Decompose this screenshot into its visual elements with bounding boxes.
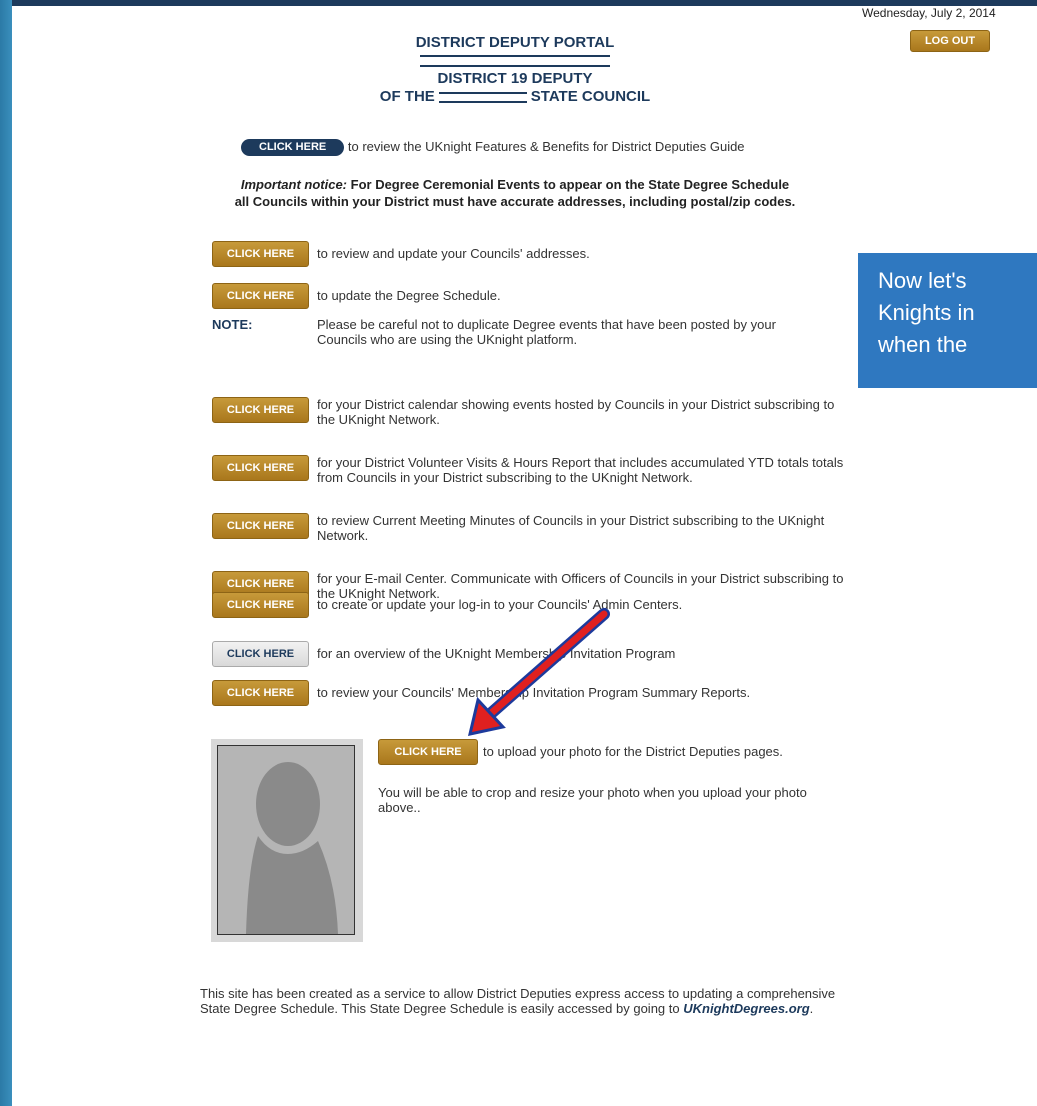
person-silhouette-icon (246, 762, 338, 934)
note-text: Please be careful not to duplicate Degre… (317, 317, 776, 347)
logout-button[interactable]: LOG OUT (910, 30, 990, 52)
row-text: to create or update your log-in to your … (317, 597, 683, 612)
council-label: OF THE STATE COUNCIL (379, 88, 651, 105)
district-label: DISTRICT 19 DEPUTY (437, 70, 593, 87)
tutorial-callout: Now let's Knights in when the (858, 253, 1037, 388)
row-text: for your District Volunteer Visits & Hou… (317, 455, 844, 485)
addresses-button[interactable]: CLICK HERE (212, 241, 309, 267)
volunteer-report-button[interactable]: CLICK HERE (212, 455, 309, 481)
slide-frame-border (0, 0, 12, 1106)
profile-photo-frame (211, 739, 363, 942)
calendar-button[interactable]: CLICK HERE (212, 397, 309, 423)
upload-text: to upload your photo for the District De… (483, 744, 783, 759)
row-text: to review and update your Councils' addr… (317, 246, 590, 261)
row-text: to review Current Meeting Minutes of Cou… (317, 513, 825, 543)
admin-login-button[interactable]: CLICK HERE (212, 592, 309, 618)
avatar (217, 745, 355, 935)
redacted-state (438, 91, 527, 103)
page-header: DISTRICT DEPUTY PORTAL DISTRICT 19 DEPUT… (300, 34, 730, 106)
membership-overview-button[interactable]: CLICK HERE (212, 641, 309, 667)
membership-reports-button[interactable]: CLICK HERE (212, 680, 309, 706)
upload-photo-button[interactable]: CLICK HERE (378, 739, 478, 765)
guide-button[interactable]: CLICK HERE (241, 139, 345, 157)
note-label: NOTE: (212, 317, 253, 332)
footer-text: This site has been created as a service … (200, 986, 836, 1016)
degree-schedule-button[interactable]: CLICK HERE (212, 283, 309, 309)
notice-lead: Important notice: (240, 177, 348, 192)
row-text: to review your Councils' Membership Invi… (317, 685, 751, 700)
redacted-name (420, 55, 610, 68)
row-text: for an overview of the UKnight Membershi… (317, 646, 676, 661)
meeting-minutes-button[interactable]: CLICK HERE (212, 513, 309, 539)
page-title: DISTRICT DEPUTY PORTAL (415, 34, 615, 51)
current-date: Wednesday, July 2, 2014 (862, 6, 996, 20)
portal-page (12, 6, 1037, 1106)
important-notice: Important notice: For Degree Ceremonial … (234, 177, 796, 209)
guide-text: to review the UKnight Features & Benefit… (347, 139, 745, 154)
row-text: to update the Degree Schedule. (317, 288, 501, 303)
row-text: for your District calendar showing event… (317, 397, 835, 427)
crop-info-text: You will be able to crop and resize your… (378, 785, 807, 815)
guide-row: CLICK HERE to review the UKnight Feature… (241, 139, 745, 157)
degrees-site-link[interactable]: UKnightDegrees.org (683, 1001, 809, 1016)
